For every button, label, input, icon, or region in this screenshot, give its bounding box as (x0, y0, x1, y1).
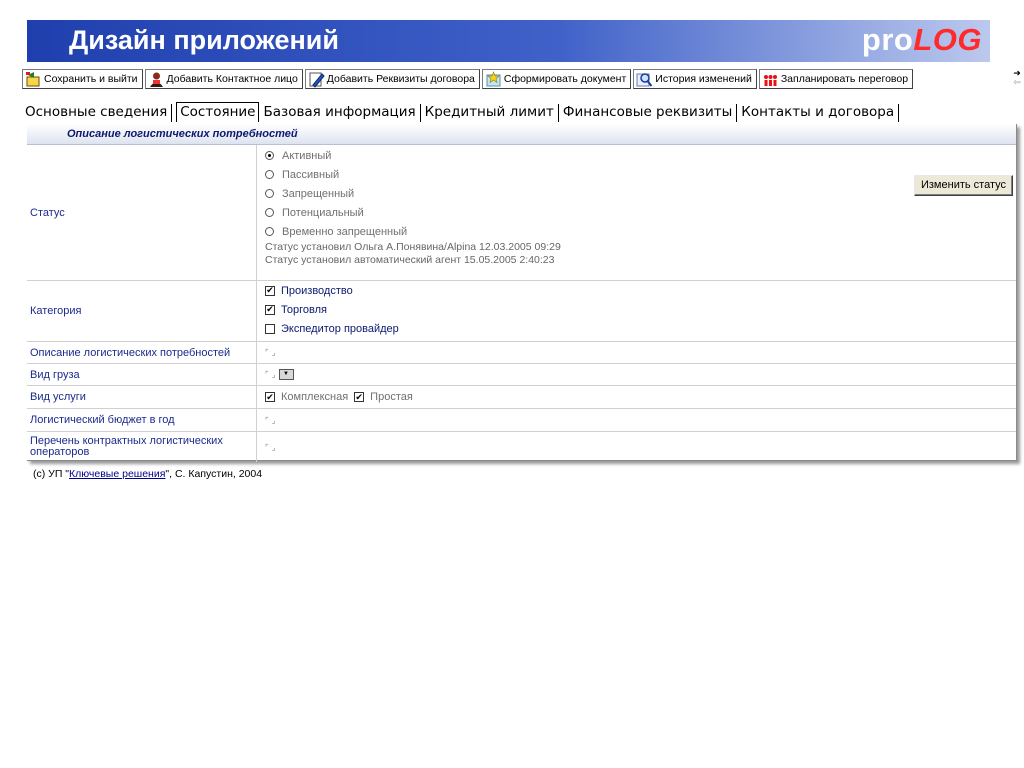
tab-status[interactable]: Состояние (176, 102, 260, 122)
arrow-left-icon[interactable]: ⇦ (1013, 79, 1021, 88)
field-marker-icon: ⌜⌟ (265, 348, 279, 357)
radio-button[interactable] (265, 151, 274, 160)
tab-credit-limit[interactable]: Кредитный лимит (425, 104, 559, 122)
cargo-type-field[interactable]: ⌜⌟ ▼ (257, 364, 1016, 385)
tab-financial-details[interactable]: Финансовые реквизиты (563, 104, 738, 122)
status-option-active[interactable]: Активный (265, 146, 1016, 165)
copyright-footer: (c) УП "Ключевые решения", С. Капустин, … (33, 468, 263, 480)
contact-person-icon (148, 71, 165, 88)
category-option[interactable]: ✔ Торговля (265, 300, 1016, 319)
section-header: Описание логистических потребностей (27, 124, 1016, 145)
checkbox-checked[interactable]: ✔ (265, 304, 275, 315)
status-value: Активный Пассивный Запрещенный Потенциал… (257, 145, 1016, 280)
radio-button[interactable] (265, 227, 274, 236)
checkbox-checked[interactable]: ✔ (265, 392, 275, 402)
radio-button[interactable] (265, 208, 274, 217)
checkbox-unchecked[interactable] (265, 323, 275, 334)
category-row: Категория ✔ Производство ✔ Торговля Экспед… (27, 281, 1016, 342)
radio-button[interactable] (265, 170, 274, 179)
status-note: Статус установил автоматический агент 15… (265, 254, 555, 266)
operators-label: Перечень контрактных логистических опера… (27, 432, 257, 462)
change-history-button[interactable]: История изменений (633, 69, 757, 89)
status-note: Статус установил Ольга А.Понявина/Alpina… (265, 241, 561, 253)
budget-label: Логистический бюджет в год (27, 409, 257, 431)
status-option-potential[interactable]: Потенциальный (265, 203, 1016, 222)
field-marker-icon: ⌜⌟ (265, 442, 279, 452)
form-panel: Описание логистических потребностей Стат… (27, 124, 1017, 462)
field-marker-icon: ⌜⌟ (265, 370, 279, 379)
tab-base-info[interactable]: Базовая информация (263, 104, 421, 122)
status-option-forbidden[interactable]: Запрещенный (265, 184, 1016, 203)
add-contract-details-button[interactable]: Добавить Реквизиты договора (304, 69, 480, 89)
toolbar-scroll-arrows[interactable]: ➜ ⇦ (1012, 67, 1022, 91)
cargo-type-row: Вид груза ⌜⌟ ▼ (27, 364, 1016, 386)
logistics-description-row: Описание логистических потребностей ⌜⌟ (27, 342, 1016, 364)
save-exit-button[interactable]: Сохранить и выйти (22, 69, 143, 89)
status-row: Статус Активный Пассивный Запрещенный По… (27, 145, 1016, 281)
key-solutions-link[interactable]: Ключевые решения (69, 468, 165, 480)
category-value: ✔ Производство ✔ Торговля Экспедитор прова… (257, 281, 1016, 341)
status-option-passive[interactable]: Пассивный (265, 165, 1016, 184)
header-banner: Дизайн приложений proLOG (27, 20, 990, 62)
tab-main-info[interactable]: Основные сведения (25, 104, 173, 122)
checkbox-checked[interactable]: ✔ (265, 285, 275, 296)
category-option[interactable]: ✔ Производство (265, 281, 1016, 300)
toolbar: Сохранить и выйти Добавить Контактное ли… (22, 67, 1024, 91)
cargo-type-label: Вид груза (27, 364, 257, 385)
page-title: Дизайн приложений (69, 25, 339, 55)
add-contact-button[interactable]: Добавить Контактное лицо (144, 69, 303, 89)
category-label: Категория (27, 281, 257, 341)
save-exit-icon (25, 71, 42, 88)
contract-edit-icon (308, 71, 325, 88)
tab-bar: Основные сведения Состояние Базовая инфо… (25, 100, 903, 122)
create-document-icon (485, 70, 502, 88)
category-option[interactable]: Экспедитор провайдер (265, 319, 1016, 338)
change-status-button[interactable]: Изменить статус (913, 175, 1013, 196)
budget-field[interactable]: ⌜⌟ (257, 409, 1016, 431)
field-marker-icon: ⌜⌟ (265, 415, 279, 425)
service-type-label: Вид услуги (27, 386, 257, 408)
prolog-logo: proLOG (861, 22, 982, 57)
history-search-icon (636, 71, 653, 88)
status-option-temp-forbidden[interactable]: Временно запрещенный (265, 222, 1016, 241)
meeting-people-icon (762, 71, 779, 88)
checkbox-checked[interactable]: ✔ (354, 392, 365, 402)
budget-row: Логистический бюджет в год ⌜⌟ (27, 409, 1016, 432)
logistics-description-field[interactable]: ⌜⌟ (257, 342, 1016, 363)
service-type-value: ✔ Комплексная ✔ Простая (265, 391, 413, 403)
dropdown-arrow-icon[interactable]: ▼ (278, 369, 294, 380)
radio-button[interactable] (265, 189, 274, 198)
create-document-button[interactable]: Сформировать документ (481, 69, 632, 89)
logistics-description-label: Описание логистических потребностей (27, 342, 257, 363)
tab-contacts-contracts[interactable]: Контакты и договора (741, 104, 900, 122)
status-label: Статус (27, 145, 257, 280)
operators-row: Перечень контрактных логистических опера… (27, 432, 1016, 462)
schedule-meeting-button[interactable]: Запланировать переговор (758, 69, 914, 89)
operators-field[interactable]: ⌜⌟ (257, 432, 1016, 462)
service-type-row: Вид услуги ✔ Комплексная ✔ Простая (27, 386, 1016, 409)
